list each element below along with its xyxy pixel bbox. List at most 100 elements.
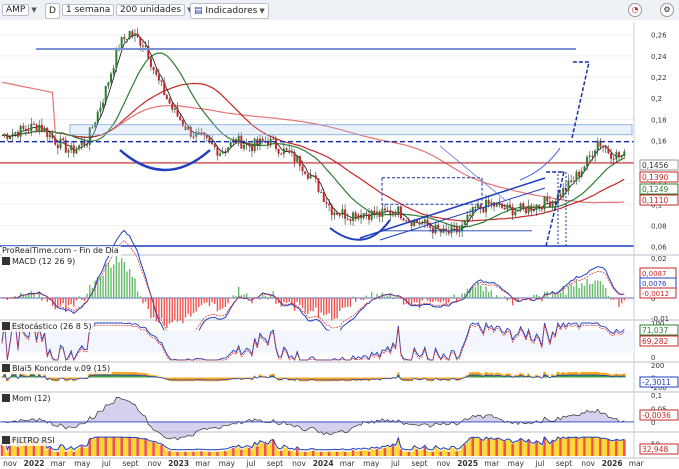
panel-label-macd[interactable]: MACD (12 26 9) — [2, 257, 78, 267]
candle-body — [216, 147, 219, 156]
x-tick-label: jul — [245, 459, 255, 468]
panel-label-koncorde[interactable]: Blai5 Koncorde v.09 (15) — [2, 364, 113, 374]
mom-tick-label: 0,1 — [651, 392, 662, 400]
candle-body — [51, 134, 54, 139]
candle-body — [477, 204, 480, 208]
stoch-tick-label: 0 — [651, 354, 655, 362]
candle-body — [575, 171, 578, 181]
candle-body — [251, 145, 253, 152]
candle-body — [349, 219, 352, 221]
candle-body — [56, 144, 59, 149]
candle-body — [546, 196, 549, 202]
candle-body — [78, 145, 81, 149]
candle-body — [30, 123, 33, 132]
candle-body — [27, 130, 30, 132]
candle-body — [290, 151, 293, 153]
candle-body — [386, 210, 389, 212]
candle-body — [583, 166, 586, 171]
candle-body — [160, 80, 163, 82]
candle-body — [540, 206, 543, 210]
candle-body — [155, 70, 158, 75]
x-tick-label: jul — [534, 459, 544, 468]
candle-body — [378, 211, 381, 217]
candle-body — [14, 131, 17, 134]
candle-body — [22, 125, 25, 129]
candle-body — [304, 171, 307, 175]
candle-body — [591, 155, 594, 157]
candle-body — [559, 194, 562, 198]
candle-body — [48, 134, 51, 138]
candle-body — [604, 147, 607, 149]
candle-body — [530, 205, 533, 212]
candle-body — [352, 212, 355, 221]
price-tag-green: 0,1249 — [642, 185, 668, 194]
candle-body — [615, 152, 618, 160]
candle-body — [447, 231, 450, 234]
candle-body — [32, 123, 35, 125]
candle-body — [229, 141, 232, 148]
price-tag-last: 0,1456 — [642, 161, 668, 170]
candle-body — [594, 150, 597, 157]
candle-body — [147, 45, 150, 59]
candle-body — [213, 144, 216, 148]
candle-body — [19, 125, 22, 137]
candle-body — [266, 141, 269, 146]
candle-body — [157, 74, 160, 81]
candle-body — [532, 209, 535, 212]
price-tick-label: 0,24 — [651, 53, 667, 61]
candle-body — [469, 214, 472, 217]
candle-body — [423, 219, 426, 224]
x-tick-label: nov — [581, 459, 595, 468]
candle-body — [466, 214, 469, 221]
macd-tick-label: 0,02 — [651, 255, 667, 263]
candle-body — [623, 151, 626, 156]
panel-label-stochastic[interactable]: Estocástico (26 8 5) — [2, 322, 94, 332]
candle-body — [301, 166, 304, 172]
candle-body — [171, 103, 174, 110]
x-tick-label: sept — [411, 459, 427, 468]
candle-body — [227, 147, 230, 152]
x-tick-label: sept — [267, 459, 283, 468]
candle-body — [376, 211, 378, 215]
candle-body — [490, 202, 493, 205]
panel-label-momentum[interactable]: Mom (12) — [2, 394, 53, 404]
candle-body — [383, 208, 386, 211]
candle-body — [67, 150, 70, 153]
candle-body — [3, 133, 6, 136]
candle-body — [237, 135, 240, 144]
candle-body — [205, 135, 208, 138]
x-tick-label: 2023 — [168, 459, 189, 468]
candle-body — [429, 225, 432, 228]
candle-body — [602, 146, 605, 148]
candle-body — [580, 170, 583, 177]
indicator-icon — [2, 322, 10, 330]
candle-body — [285, 148, 288, 151]
candle-body — [293, 151, 296, 162]
candle-body — [272, 138, 275, 140]
candle-body — [110, 73, 113, 83]
candle-body — [506, 204, 509, 210]
candle-body — [362, 213, 365, 219]
indicator-icon — [2, 436, 10, 444]
x-tick-label: 2022 — [24, 459, 45, 468]
candle-body — [368, 214, 371, 220]
candle-body — [126, 39, 128, 41]
candle-body — [328, 203, 331, 206]
macd-tag: -0,0012 — [642, 290, 669, 298]
chart-area[interactable]: 0,260,240,220,20,180,160,140,120,10,080,… — [0, 0, 679, 469]
candle-body — [317, 178, 320, 192]
candle-body — [548, 201, 551, 207]
panel-label-rsi-filter[interactable]: FILTRO RSI — [2, 436, 57, 446]
candle-body — [107, 82, 110, 86]
highlight-zone — [69, 124, 633, 136]
candle-body — [402, 218, 405, 221]
candle-body — [338, 214, 341, 216]
x-tick-label: mar — [629, 459, 645, 468]
candle-body — [519, 203, 522, 211]
x-tick-label: sept — [122, 459, 138, 468]
koncorde-tag: -2,3011 — [642, 378, 671, 387]
koncorde-tick-label: 200 — [651, 362, 664, 370]
x-tick-label: may — [74, 459, 91, 468]
x-tick-label: mar — [484, 459, 500, 468]
candle-body — [336, 212, 339, 215]
